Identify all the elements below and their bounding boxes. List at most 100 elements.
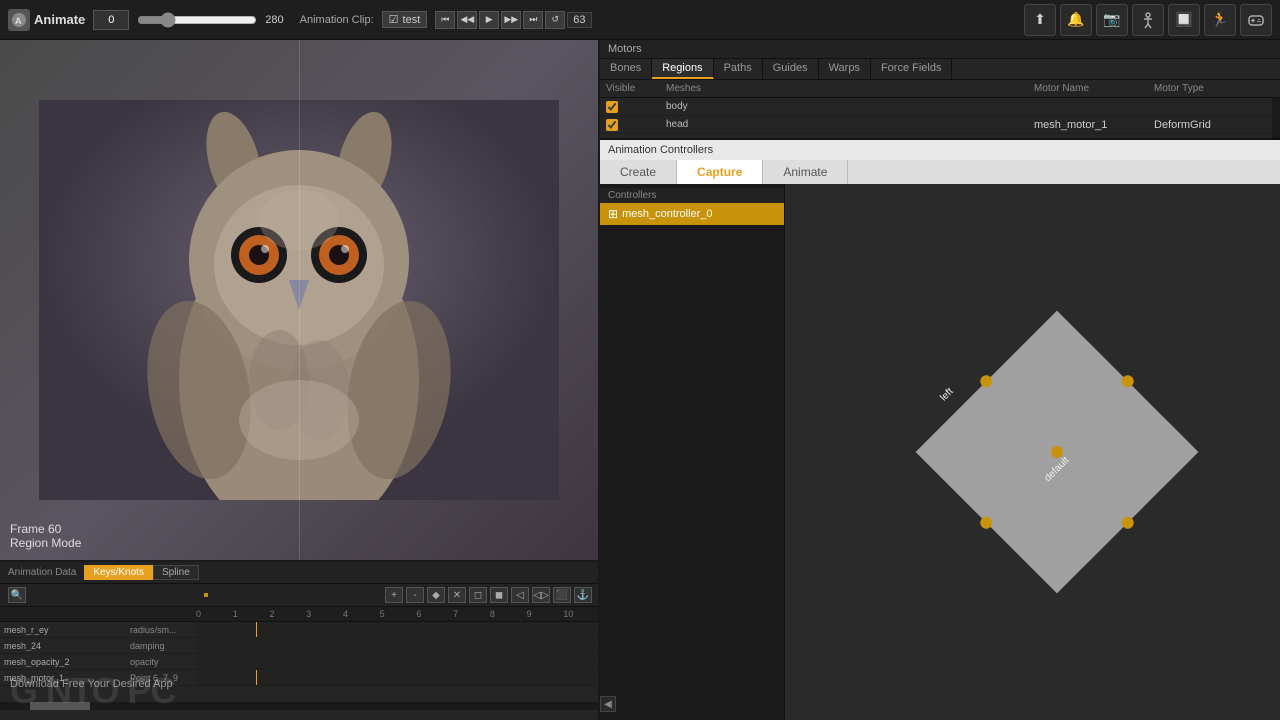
motors-scrollbar[interactable] — [1272, 98, 1280, 138]
loop-button[interactable]: ↺ — [545, 11, 565, 29]
motors-section: Motors Bones Regions Paths Guides Warps … — [600, 40, 1280, 140]
animation-data-title: Animation Data — [8, 567, 76, 578]
control-point-right[interactable] — [1122, 517, 1134, 529]
tl-num-0: 0 — [196, 609, 233, 619]
tab-animate[interactable]: Animate — [763, 160, 848, 184]
play-button[interactable]: ▶ — [479, 11, 499, 29]
grid-icon: ⊞ — [608, 207, 618, 221]
cp-left-label: left — [939, 386, 956, 403]
search-tl-btn[interactable]: 🔍 — [8, 587, 26, 603]
row-sub-2: opacity — [130, 657, 196, 667]
tab-bones[interactable]: Bones — [600, 59, 652, 79]
tl-num-9: 9 — [527, 609, 564, 619]
toolbar-right: ⬆ 🔔 📷 🔲 🏃 — [1024, 4, 1272, 36]
motors-header: Motors — [600, 40, 1280, 59]
motors-row-1: head mesh_motor_1 DeformGrid — [600, 116, 1280, 134]
tab-capture[interactable]: Capture — [677, 160, 763, 184]
row-track-3[interactable] — [196, 670, 600, 685]
app-logo: A Animate — [8, 9, 85, 31]
tl-copy-btn[interactable]: ◻ — [469, 587, 487, 603]
tl-anchor-btn[interactable]: ⚓ — [574, 587, 592, 603]
tl-cursor-btn[interactable]: ◆ — [427, 587, 445, 603]
rewind-button[interactable]: ⏮ — [435, 11, 455, 29]
frame-icon-button[interactable]: 🔲 — [1168, 4, 1200, 36]
skeleton-icon-button[interactable] — [1132, 4, 1164, 36]
gamepad-icon-button[interactable] — [1240, 4, 1272, 36]
anim-ctrl-header: Animation Controllers — [600, 140, 1280, 160]
row-sub-1: damping — [130, 641, 196, 651]
row-label-0: mesh_r_ey — [0, 625, 130, 635]
upload-icon-button[interactable]: ⬆ — [1024, 4, 1056, 36]
visible-cb-1[interactable] — [606, 119, 618, 131]
tl-num-6: 6 — [416, 609, 453, 619]
svg-text:A: A — [15, 16, 22, 26]
run-icon-button[interactable]: 🏃 — [1204, 4, 1236, 36]
table-row: mesh_24 damping — [0, 638, 600, 654]
mesh-names-0: body — [666, 100, 746, 113]
timeline-slider[interactable] — [137, 12, 257, 28]
tab-force-fields[interactable]: Force Fields — [871, 59, 953, 79]
tl-shift-btn[interactable]: ◁▷ — [532, 587, 550, 603]
tl-num-8: 8 — [490, 609, 527, 619]
bottom-panel: Animation Data Keys/Knots Spline 🔍 + - ◆… — [0, 560, 600, 720]
ctrl-tabs-header: Create Capture Animate — [600, 160, 1280, 184]
anim-data-tabs: Keys/Knots Spline — [84, 565, 198, 580]
row-track-1[interactable] — [196, 638, 600, 653]
row-track-2[interactable] — [196, 654, 600, 669]
right-panel: Motors Bones Regions Paths Guides Warps … — [600, 40, 1280, 720]
tab-paths[interactable]: Paths — [714, 59, 763, 79]
list-item[interactable]: ⊞ mesh_controller_0 — [600, 203, 784, 225]
nav-arrow[interactable]: ◀ — [600, 696, 616, 712]
step-forward-button[interactable]: ▶▶ — [501, 11, 521, 29]
tl-remove-btn[interactable]: - — [406, 587, 424, 603]
controllers-list-header: Controllers — [600, 188, 784, 203]
controllers-list: Controllers ⊞ mesh_controller_0 — [600, 184, 785, 720]
frame-start-input[interactable] — [93, 10, 129, 30]
scroll-handle[interactable] — [30, 702, 90, 710]
notification-icon-button[interactable]: 🔔 — [1060, 4, 1092, 36]
visible-cb-0[interactable] — [606, 101, 618, 113]
tab-spline[interactable]: Spline — [153, 565, 199, 580]
tl-num-1: 1 — [233, 609, 270, 619]
row-sub-0: radius/sm... — [130, 625, 196, 635]
step-back-button[interactable]: ◀◀ — [457, 11, 477, 29]
table-row: mesh_r_ey radius/sm... — [0, 622, 600, 638]
camera-icon-button[interactable]: 📷 — [1096, 4, 1128, 36]
frame-end-label: 280 — [265, 14, 283, 26]
controllers-viewport[interactable]: left default — [785, 184, 1280, 720]
control-point-top[interactable] — [1122, 375, 1134, 387]
cp-center-label: default — [1043, 455, 1072, 484]
control-point-left[interactable]: left — [981, 375, 993, 387]
tab-keys-knots[interactable]: Keys/Knots — [84, 565, 153, 580]
app-title: Animate — [34, 12, 85, 27]
tl-paste-btn[interactable]: ◼ — [490, 587, 508, 603]
timeline-rows: mesh_r_ey radius/sm... mesh_24 damping m… — [0, 622, 600, 702]
motors-tabs: Bones Regions Paths Guides Warps Force F… — [600, 59, 1280, 80]
tl-add-btn[interactable]: + — [385, 587, 403, 603]
tab-warps[interactable]: Warps — [819, 59, 871, 79]
animation-data-header: Animation Data Keys/Knots Spline — [0, 562, 600, 584]
playhead — [256, 622, 257, 637]
col-motor-name: Motor Name — [1034, 83, 1154, 94]
main-layout: Frame 60 Region Mode Animation Data Keys… — [0, 40, 1280, 720]
tl-frame-btn[interactable]: ⬛ — [553, 587, 571, 603]
tab-create[interactable]: Create — [600, 160, 677, 184]
tl-move-btn[interactable]: ◁ — [511, 587, 529, 603]
animation-clip-label: Animation Clip: — [300, 14, 374, 26]
tl-num-3: 3 — [306, 609, 343, 619]
tab-guides[interactable]: Guides — [763, 59, 819, 79]
control-point-bottom[interactable] — [981, 517, 993, 529]
timeline-scrollbar[interactable] — [0, 702, 600, 710]
control-point-center[interactable]: default — [1051, 446, 1063, 458]
motor-type-1: DeformGrid — [1154, 119, 1274, 131]
forward-button[interactable]: ⏭ — [523, 11, 543, 29]
timeline-toolbar: 🔍 + - ◆ ✕ ◻ ◼ ◁ ◁▷ ⬛ ⚓ — [0, 584, 600, 607]
owl-viewport — [0, 40, 598, 560]
tab-regions[interactable]: Regions — [652, 59, 713, 79]
row-track-0[interactable] — [196, 622, 600, 637]
tl-delete-btn[interactable]: ✕ — [448, 587, 466, 603]
clip-tag[interactable]: ☑ test — [382, 11, 428, 28]
timeline-numbers: 0 1 2 3 4 5 6 7 8 9 10 — [0, 607, 600, 622]
visible-checkboxes — [606, 101, 666, 113]
diamond-shape: left default — [916, 311, 1199, 594]
